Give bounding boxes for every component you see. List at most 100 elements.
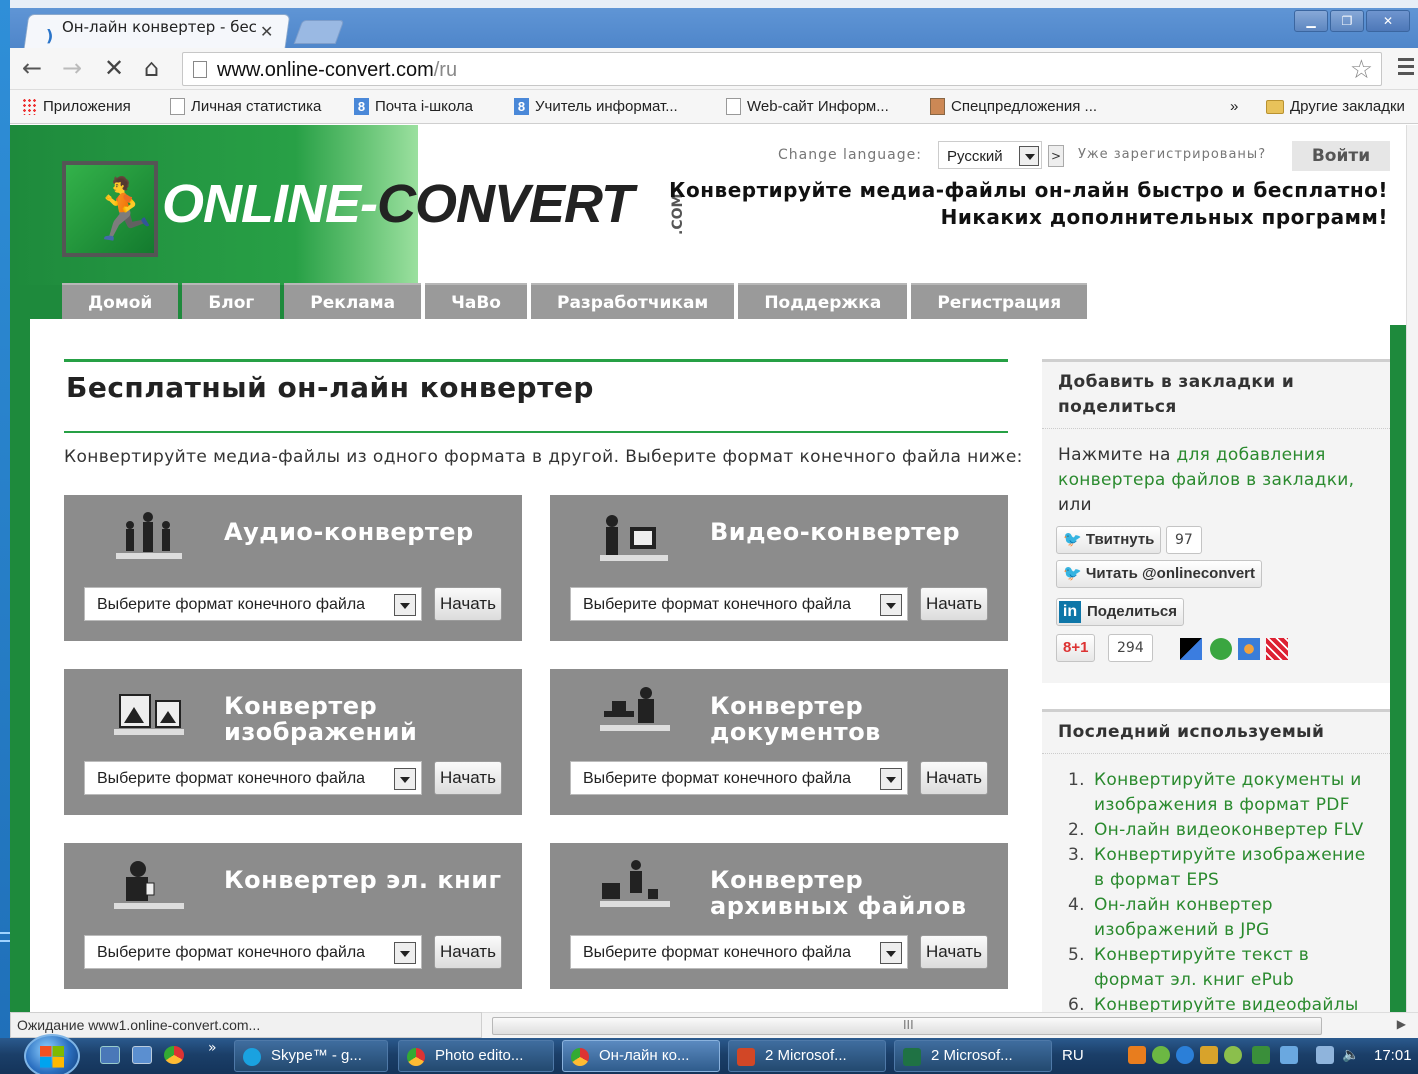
tray-update-icon[interactable] — [1176, 1046, 1194, 1064]
site-logo[interactable]: ONLINE-CONVERT — [162, 173, 634, 235]
format-select[interactable]: Выберите формат конечного файла — [84, 587, 422, 621]
menu-icon[interactable] — [1398, 58, 1414, 79]
logo-online: ONLINE — [162, 174, 361, 234]
network-icon[interactable] — [1316, 1046, 1334, 1064]
tab-close-icon[interactable]: ✕ — [260, 22, 273, 41]
bookmark-other[interactable]: Другие закладки — [1266, 98, 1405, 115]
recent-link[interactable]: Конвертируйте изображение в формат EPS — [1094, 845, 1366, 890]
volume-icon[interactable]: 🔈 — [1342, 1046, 1360, 1064]
gplus-button[interactable]: 8+1 — [1056, 634, 1096, 662]
explorer-icon[interactable] — [132, 1046, 152, 1064]
recent-item[interactable]: 1. Конвертируйте документы и изображения … — [1062, 768, 1374, 818]
recent-link[interactable]: Он-лайн конвертер изображений в JPG — [1094, 895, 1273, 940]
recent-link[interactable]: Конвертируйте текст в формат эл. книг eP… — [1094, 945, 1309, 990]
taskbar-skype[interactable]: Skype™ - g... — [234, 1040, 388, 1072]
recent-item[interactable]: 2. Он-лайн видеоконвертер FLV — [1062, 818, 1374, 843]
nav-faq[interactable]: ЧаВо — [425, 283, 527, 319]
tweet-button[interactable]: 🐦 Твитнуть — [1056, 526, 1162, 554]
start-button[interactable]: Начать — [920, 935, 988, 969]
forward-icon[interactable]: → — [62, 56, 82, 80]
taskbar-photo-editor[interactable]: Photo edito... — [398, 1040, 554, 1072]
bookmark-label: Web-сайт Информ... — [747, 98, 889, 115]
bookmark-apps[interactable]: Приложения — [22, 98, 131, 115]
start-button[interactable]: Начать — [434, 935, 502, 969]
start-button[interactable]: Начать — [920, 587, 988, 621]
tray-folder-icon[interactable] — [1200, 1046, 1218, 1064]
format-select[interactable]: Выберите формат конечного файла — [570, 935, 908, 969]
chrome-icon[interactable] — [164, 1046, 184, 1064]
login-button[interactable]: Войти — [1292, 141, 1390, 171]
misc-share-icon[interactable] — [1266, 638, 1288, 660]
quicklaunch-more-icon[interactable]: » — [208, 1040, 217, 1056]
clock[interactable]: 17:01 — [1374, 1038, 1412, 1074]
start-button[interactable]: Начать — [434, 761, 502, 795]
show-desktop-icon[interactable] — [100, 1046, 120, 1064]
start-button[interactable]: Начать — [434, 587, 502, 621]
nav-developers[interactable]: Разработчикам — [530, 283, 735, 319]
recent-item[interactable]: 3. Конвертируйте изображение в формат EPS — [1062, 843, 1374, 893]
linkedin-share-button[interactable]: in Поделиться — [1056, 598, 1185, 626]
tray-gear-icon[interactable] — [1224, 1046, 1242, 1064]
recent-link[interactable]: Конвертируйте документы и изображения в … — [1094, 770, 1362, 815]
nav-blog[interactable]: Блог — [182, 283, 281, 319]
myspace-icon[interactable] — [1238, 638, 1260, 660]
address-bar[interactable]: www.online-convert.com/ru ☆ — [182, 52, 1382, 86]
recent-num: 5. — [1068, 945, 1085, 965]
format-select[interactable]: Выберите формат конечного файла — [84, 761, 422, 795]
language-select[interactable]: Русский — [938, 141, 1042, 169]
taskbar-excel[interactable]: 2 Microsof... — [894, 1040, 1052, 1072]
bookmark-offers[interactable]: Спецпредложения ... — [930, 98, 1097, 115]
new-tab-button[interactable] — [293, 20, 345, 44]
bookmark-personal-stats[interactable]: Личная статистика — [170, 98, 321, 115]
bookmarks-more-button[interactable]: » — [1230, 98, 1238, 115]
delicious-icon[interactable] — [1180, 638, 1202, 660]
close-window-button[interactable]: ✕ — [1366, 10, 1410, 32]
bookmark-website[interactable]: Web-сайт Информ... — [726, 98, 889, 115]
title-rule — [64, 431, 1008, 433]
start-button[interactable]: Начать — [920, 761, 988, 795]
vertical-scrollbar[interactable] — [1406, 125, 1418, 1012]
horizontal-scrollbar[interactable]: III ▶ — [482, 1012, 1418, 1038]
taskbar-label: Он-лайн ко... — [599, 1047, 690, 1064]
language-go-button[interactable]: > — [1048, 145, 1064, 167]
tray-app-icon[interactable] — [1128, 1046, 1146, 1064]
scrollbar-thumb[interactable]: III — [492, 1017, 1322, 1035]
language-indicator[interactable]: RU — [1062, 1038, 1084, 1074]
start-button[interactable] — [24, 1034, 80, 1074]
taskbar-powerpoint[interactable]: 2 Microsof... — [728, 1040, 886, 1072]
minimize-button[interactable]: ▁ — [1294, 10, 1328, 32]
page-icon — [193, 61, 207, 78]
powerpoint-icon — [737, 1048, 755, 1066]
logo-figure-icon[interactable]: 🏃 — [62, 161, 161, 257]
nav-home[interactable]: Домой — [62, 283, 179, 319]
url-text[interactable]: www.online-convert.com/ru — [217, 59, 457, 82]
follow-button[interactable]: 🐦 Читать @onlineconvert — [1056, 560, 1263, 588]
home-icon[interactable]: ⌂ — [144, 56, 159, 80]
tray-monitor-icon[interactable] — [1280, 1046, 1298, 1064]
recent-box-title: Последний используемый — [1042, 712, 1390, 754]
nav-ads[interactable]: Реклама — [284, 283, 422, 319]
recent-item[interactable]: 4. Он-лайн конвертер изображений в JPG — [1062, 893, 1374, 943]
scroll-right-icon[interactable]: ▶ — [1397, 1017, 1406, 1031]
nav-support[interactable]: Поддержка — [738, 283, 908, 319]
format-select[interactable]: Выберите формат конечного файла — [570, 761, 908, 795]
logo-dash: - — [360, 174, 378, 234]
grip-icon: III — [903, 1018, 914, 1032]
restore-button[interactable]: ❐ — [1330, 10, 1364, 32]
recent-item[interactable]: 5. Конвертируйте текст в формат эл. книг … — [1062, 943, 1374, 993]
main-content: Бесплатный он-лайн конвертер Конвертируй… — [30, 319, 1390, 1015]
bookmark-mail[interactable]: 8 Почта i-школа — [354, 98, 473, 115]
tray-security-icon[interactable] — [1152, 1046, 1170, 1064]
recent-link[interactable]: Он-лайн видеоконвертер FLV — [1094, 820, 1364, 840]
stop-icon[interactable]: ✕ — [104, 56, 124, 80]
bookmark-teacher[interactable]: 8 Учитель информат... — [514, 98, 678, 115]
nav-register[interactable]: Регистрация — [911, 283, 1088, 319]
format-select[interactable]: Выберите формат конечного файла — [84, 935, 422, 969]
stumbleupon-icon[interactable] — [1210, 638, 1232, 660]
tray-v-icon[interactable] — [1252, 1046, 1270, 1064]
bookmark-star-icon[interactable]: ☆ — [1350, 55, 1373, 85]
archive-converter-card: Конвертер архивных файлов Выберите форма… — [550, 843, 1008, 989]
taskbar-online-converter[interactable]: Он-лайн ко... — [562, 1040, 720, 1072]
back-icon[interactable]: ← — [22, 56, 42, 80]
format-select[interactable]: Выберите формат конечного файла — [570, 587, 908, 621]
